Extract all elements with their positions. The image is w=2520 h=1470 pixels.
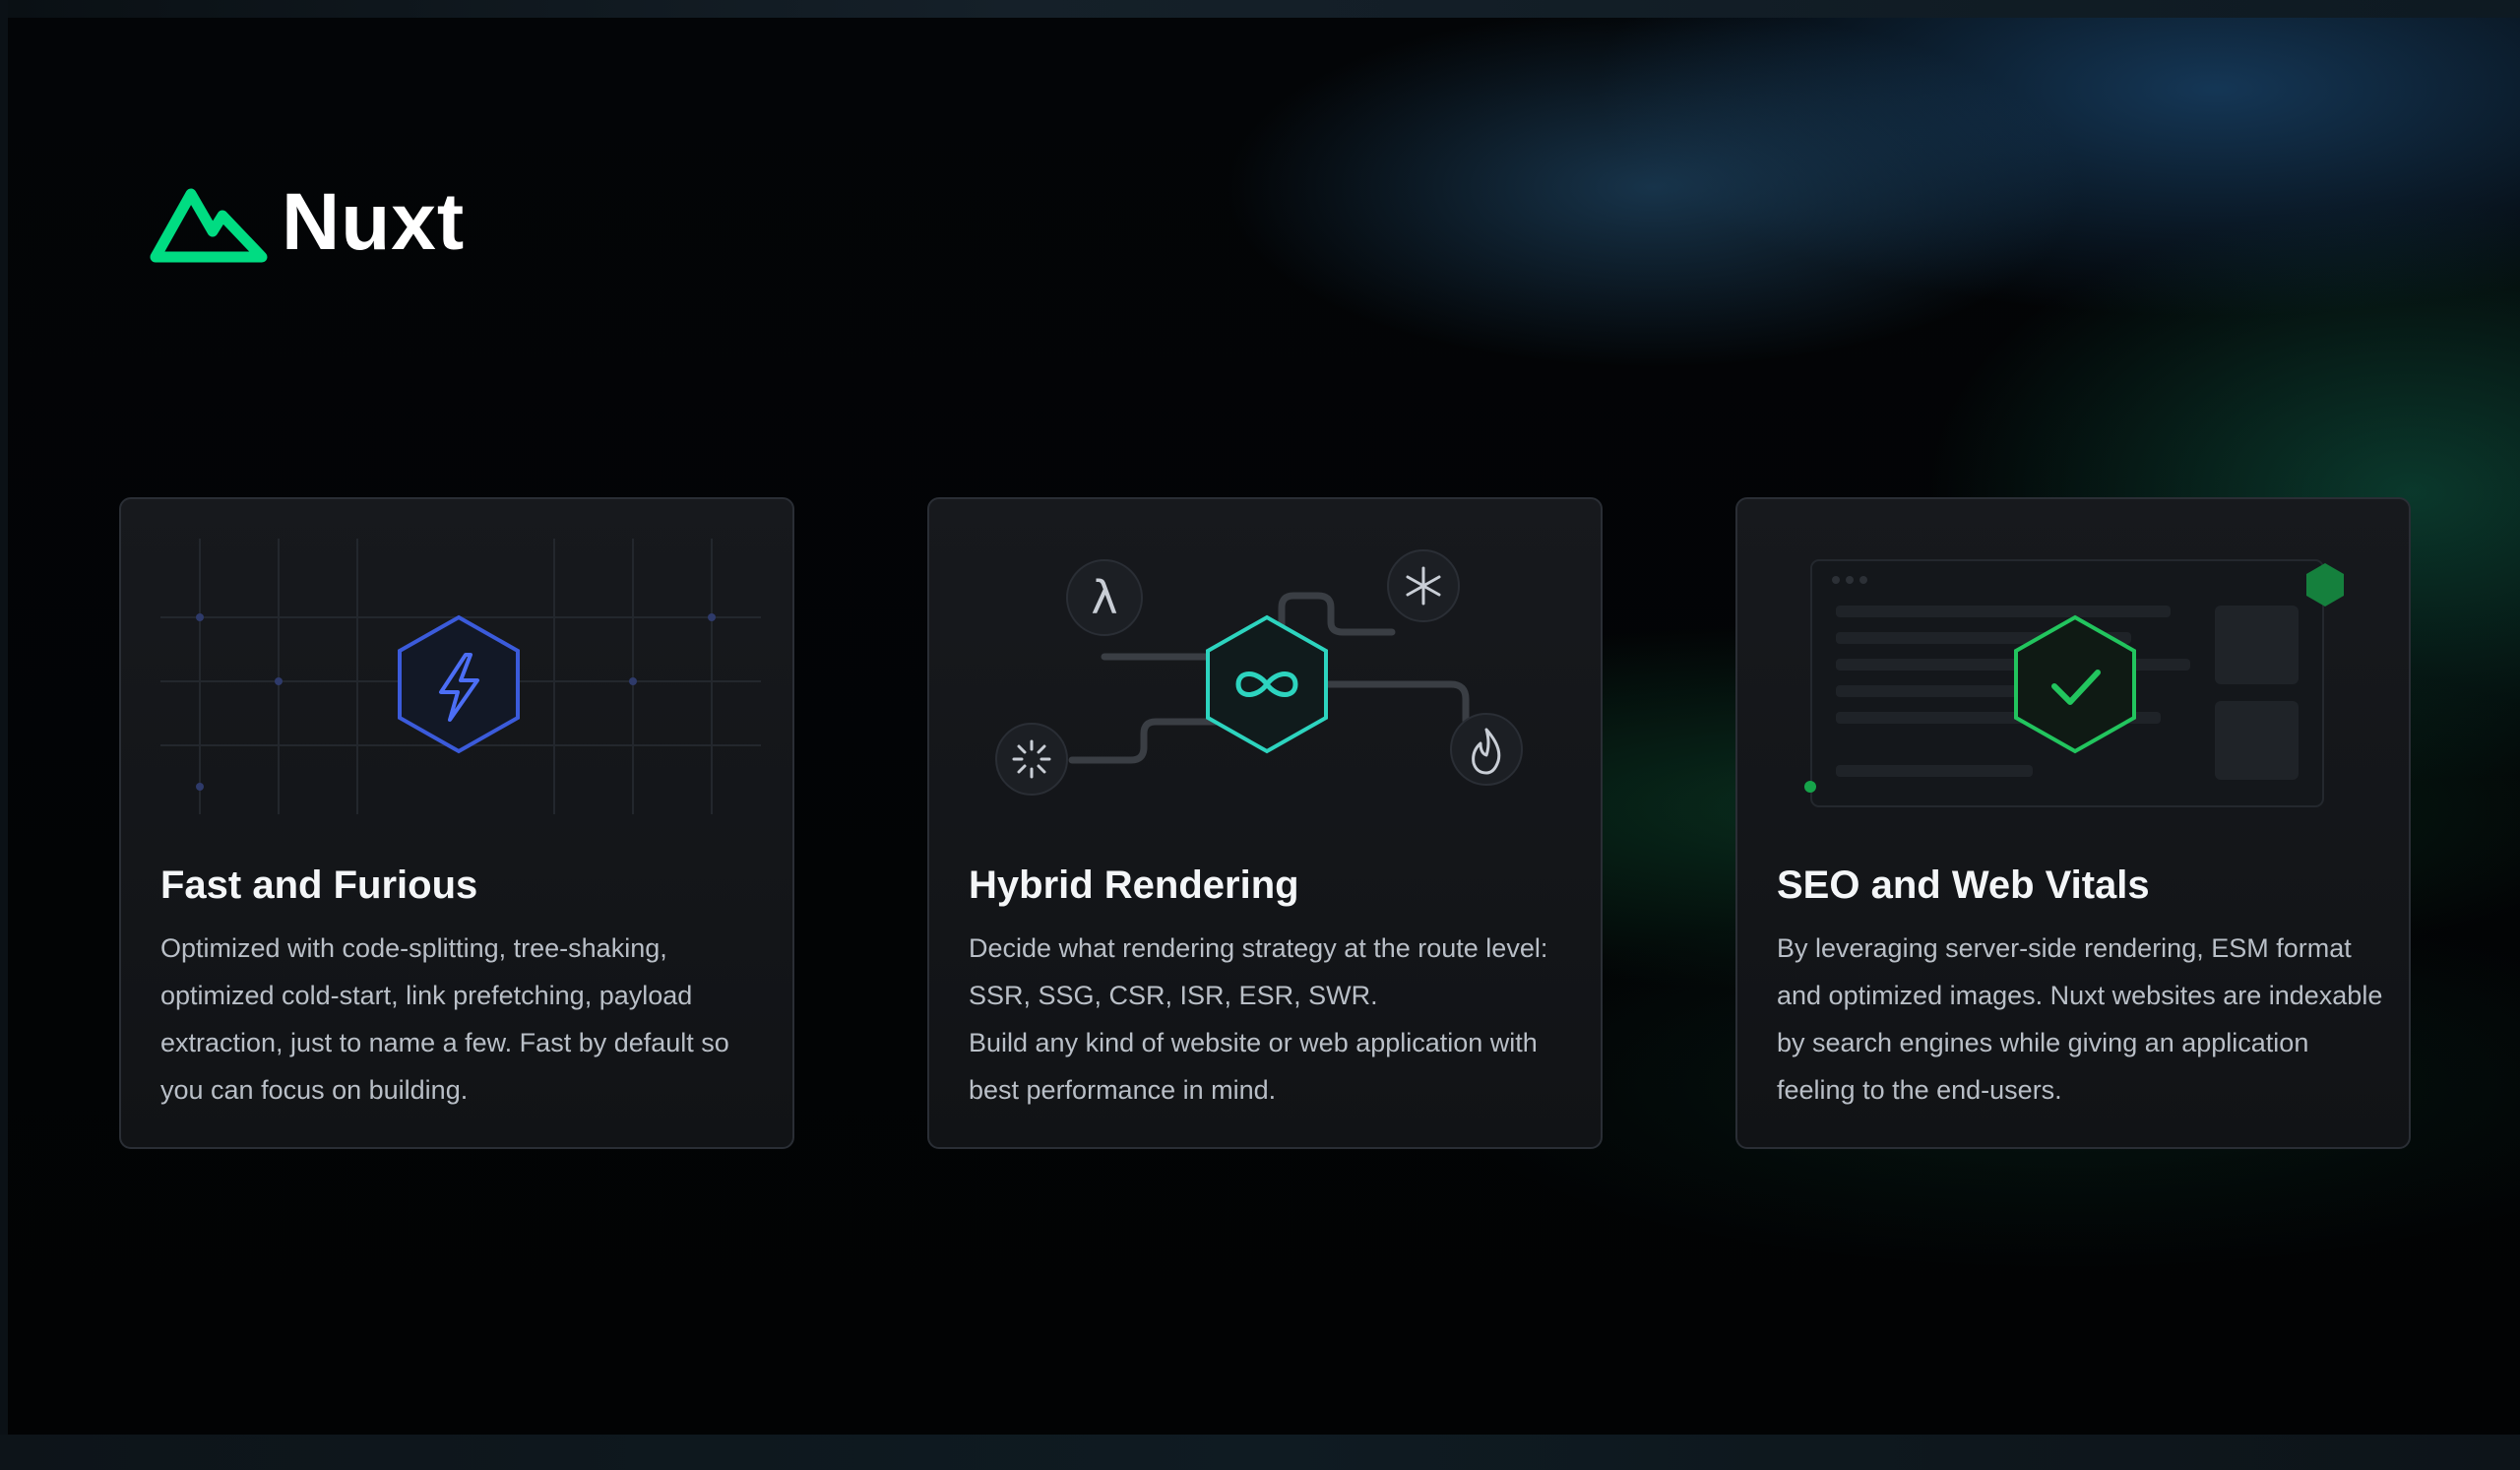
svg-text:λ: λ <box>1091 571 1117 624</box>
browser-illustration <box>1804 559 2344 807</box>
window-bottom-bar <box>0 1435 2520 1470</box>
card-title: SEO and Web Vitals <box>1777 863 2150 907</box>
window-left-edge <box>0 0 8 1470</box>
loading-icon <box>995 723 1068 796</box>
feature-card-fast[interactable]: Fast and Furious Optimized with code-spl… <box>119 497 794 1149</box>
flame-icon <box>1450 713 1523 786</box>
grid-illustration <box>160 539 761 814</box>
nuxt-logo[interactable]: Nuxt <box>148 182 465 263</box>
hero-background: Nuxt Fast and Furious Optimized with cod… <box>0 0 2520 1470</box>
card-title: Hybrid Rendering <box>969 863 1299 907</box>
card-description: By leveraging server-side rendering, ESM… <box>1777 933 2383 1105</box>
card-description: Decide what rendering strategy at the ro… <box>969 925 1579 1114</box>
card-title: Fast and Furious <box>160 863 478 907</box>
feature-card-hybrid[interactable]: λ Hybrid Rendering Decide what rendering… <box>927 497 1603 1149</box>
rendering-illustration: λ <box>995 549 1523 796</box>
feature-card-seo[interactable]: SEO and Web Vitals By leveraging server-… <box>1735 497 2411 1149</box>
lambda-icon: λ <box>1066 559 1143 636</box>
snowflake-icon <box>1387 549 1460 622</box>
brand-name: Nuxt <box>282 177 466 267</box>
lightning-icon <box>398 614 520 754</box>
card-description-line: Decide what rendering strategy at the ro… <box>969 933 1548 1010</box>
nuxt-logo-icon <box>150 188 268 263</box>
card-description-line: Build any kind of website or web applica… <box>969 1028 1538 1105</box>
infinity-icon <box>1206 614 1328 754</box>
card-description: Optimized with code-splitting, tree-shak… <box>160 933 729 1105</box>
window-top-bar <box>0 0 2520 18</box>
